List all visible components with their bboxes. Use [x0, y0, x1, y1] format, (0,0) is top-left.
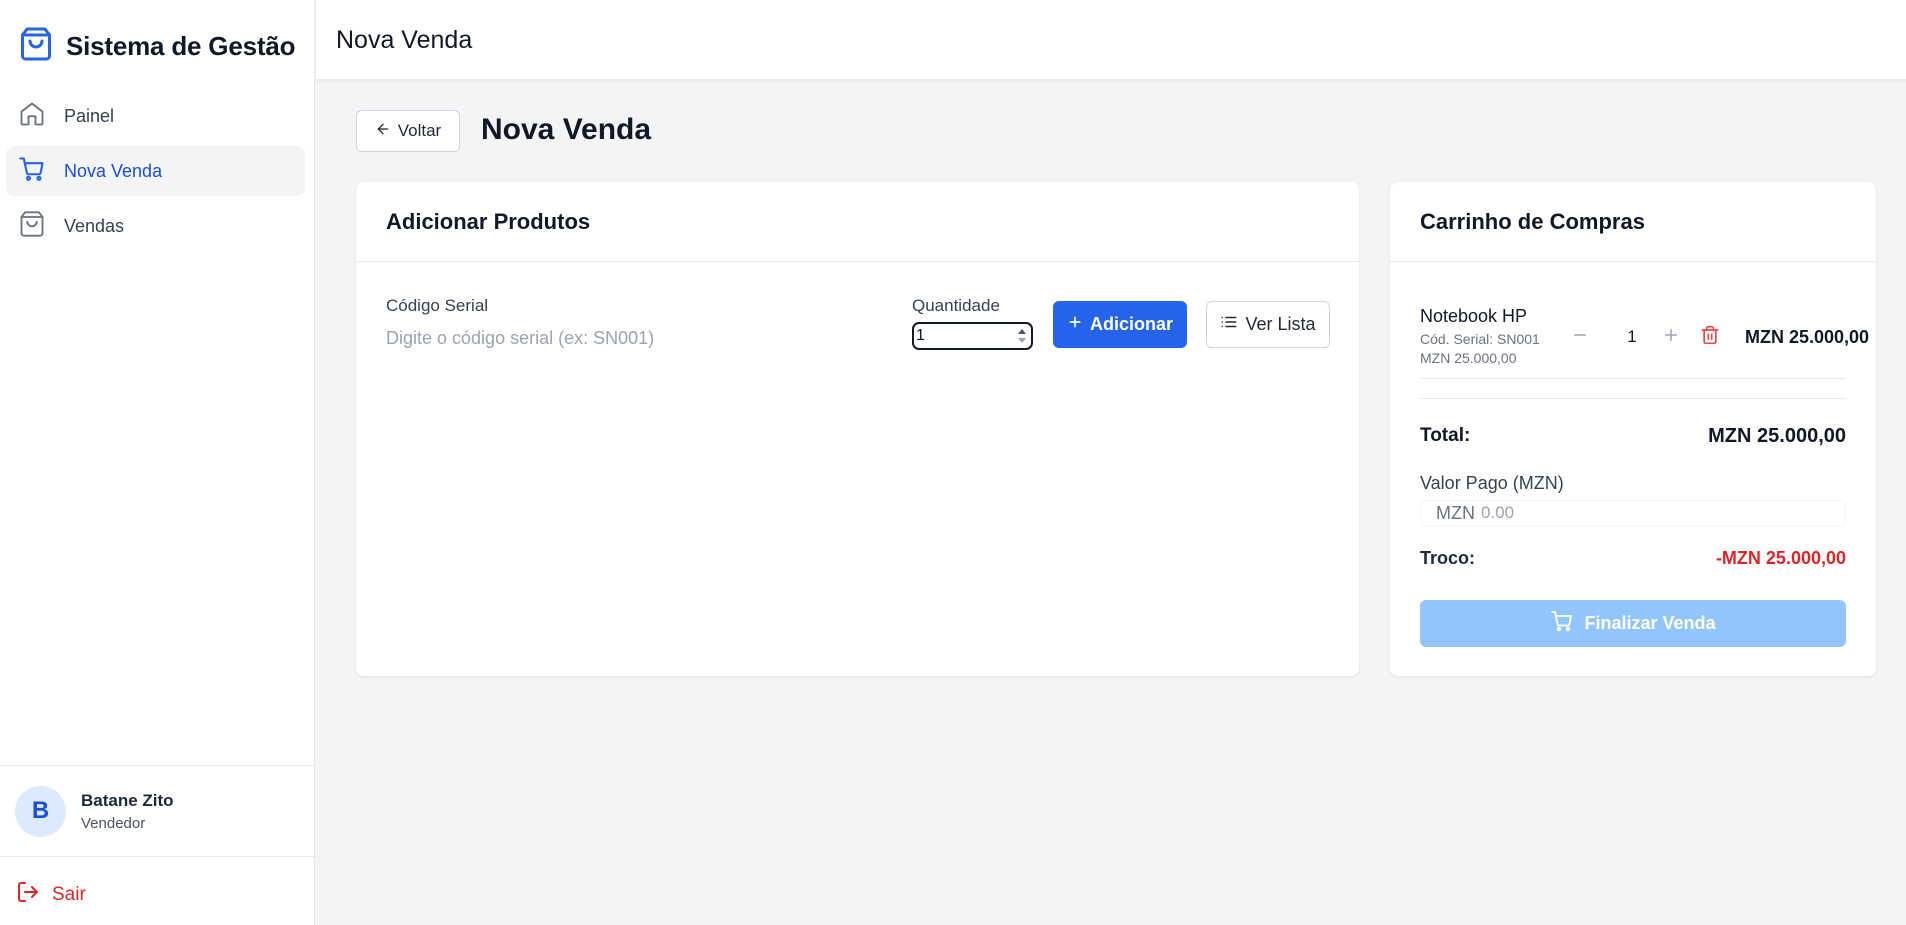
avatar: B [15, 785, 66, 837]
paid-label: Valor Pago (MZN) [1420, 473, 1564, 493]
cart-item-quantity: 1 [1627, 327, 1637, 346]
decrease-quantity-button[interactable] [1571, 326, 1589, 348]
back-label: Voltar [397, 121, 442, 140]
brand: Sistema de Gestão [18, 26, 295, 67]
sidebar-item-vendas[interactable]: Vendas [6, 201, 305, 251]
serial-label: Código Serial [386, 296, 489, 315]
cart-icon [1550, 609, 1574, 638]
quantity-input[interactable]: 1 [912, 322, 1033, 350]
user-name: Batane Zito [81, 790, 174, 810]
topbar-title: Nova Venda [336, 26, 473, 54]
cart-item-total: MZN 25.000,00 [1745, 327, 1870, 347]
logout-icon [16, 880, 40, 910]
cart-item-name: Notebook HP [1420, 306, 1528, 326]
trash-icon [1701, 325, 1719, 345]
sidebar-item-nova-venda[interactable]: Nova Venda [6, 146, 305, 196]
cart-card: Carrinho de Compras Notebook HP Cód. Ser… [1390, 182, 1876, 676]
sidebar: Sistema de Gestão Painel Nova Venda Vend… [0, 0, 315, 925]
cart-icon [18, 155, 46, 188]
total-label: Total: [1420, 425, 1471, 446]
serial-input[interactable] [386, 324, 866, 352]
remove-item-button[interactable] [1700, 325, 1720, 349]
user-role: Vendedor [81, 814, 146, 832]
change-label: Troco: [1420, 548, 1476, 568]
paid-input[interactable] [1481, 503, 1781, 523]
arrow-left-icon [375, 121, 391, 142]
list-icon [1220, 313, 1238, 336]
topbar: Nova Venda [316, 0, 1906, 80]
shopping-bag-icon [18, 210, 46, 243]
logout-button[interactable]: Sair [16, 880, 86, 910]
logout-label: Sair [52, 884, 86, 905]
add-button[interactable]: Adicionar [1053, 301, 1187, 348]
quantity-label: Quantidade [912, 296, 1000, 315]
divider [1420, 398, 1846, 399]
home-icon [18, 100, 46, 133]
page-title: Nova Venda [481, 113, 652, 146]
sidebar-item-label: Painel [64, 105, 115, 126]
change-value: -MZN 25.000,00 [1715, 548, 1846, 568]
minus-icon [1574, 334, 1586, 336]
finish-sale-button[interactable]: Finalizar Venda [1420, 600, 1846, 647]
sidebar-item-painel[interactable]: Painel [6, 91, 305, 141]
increase-quantity-button[interactable] [1662, 326, 1680, 348]
view-list-button[interactable]: Ver Lista [1206, 301, 1330, 348]
add-products-title: Adicionar Produtos [356, 182, 1359, 262]
back-button[interactable]: Voltar [356, 110, 460, 152]
cart-item-serial: Cód. Serial: SN001 [1420, 331, 1540, 347]
divider [1420, 378, 1846, 379]
add-products-card: Adicionar Produtos Código Serial Quantid… [356, 182, 1359, 676]
finish-sale-label: Finalizar Venda [1584, 613, 1716, 633]
quantity-value: 1 [916, 327, 925, 344]
add-label: Adicionar [1089, 314, 1173, 334]
sidebar-item-label: Nova Venda [64, 160, 163, 181]
cart-item-unit-price: MZN 25.000,00 [1420, 350, 1517, 366]
paid-field[interactable]: MZN [1420, 500, 1846, 526]
plus-icon [1067, 314, 1083, 335]
user-profile: B Batane Zito Vendedor [0, 765, 314, 857]
brand-name: Sistema de Gestão [66, 31, 296, 61]
sidebar-item-label: Vendas [64, 215, 125, 236]
paid-prefix: MZN [1436, 502, 1475, 523]
cart-title: Carrinho de Compras [1390, 182, 1876, 262]
spinner-icon[interactable] [1016, 326, 1028, 346]
sidebar-nav: Painel Nova Venda Vendas [6, 91, 305, 256]
plus-icon [1665, 329, 1677, 341]
view-list-label: Ver Lista [1245, 314, 1316, 334]
shopping-bag-icon [18, 26, 54, 67]
total-value: MZN 25.000,00 [1708, 425, 1846, 447]
